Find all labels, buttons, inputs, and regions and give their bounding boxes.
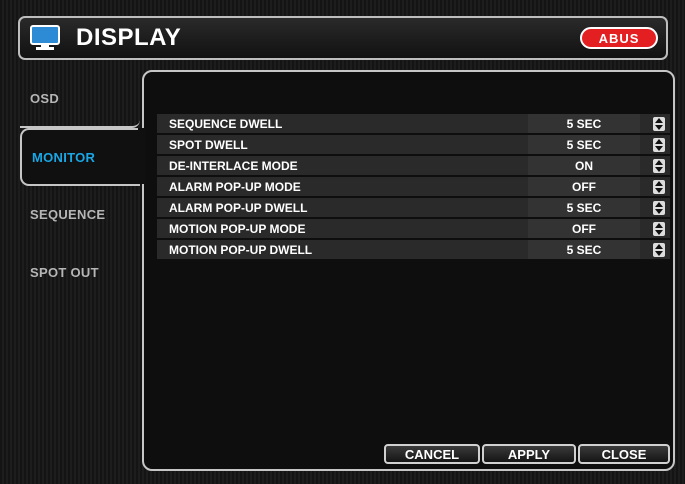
setting-row-sequence-dwell: SEQUENCE DWELL 5 SEC	[157, 114, 670, 133]
stepper-icon[interactable]	[648, 135, 670, 154]
stepper-icon[interactable]	[648, 219, 670, 238]
setting-row-deinterlace-mode: DE-INTERLACE MODE ON	[157, 156, 670, 175]
setting-label: SEQUENCE DWELL	[169, 116, 283, 131]
setting-label: ALARM POP-UP MODE	[169, 179, 301, 194]
tab-connector	[138, 128, 146, 184]
setting-label: ALARM POP-UP DWELL	[169, 200, 308, 215]
monitor-icon	[30, 25, 60, 50]
stepper-icon[interactable]	[648, 177, 670, 196]
tab-sequence[interactable]: SEQUENCE	[20, 185, 140, 243]
setting-label: MOTION POP-UP MODE	[169, 221, 306, 236]
setting-value[interactable]: 5 SEC	[528, 114, 640, 133]
setting-value[interactable]: OFF	[528, 177, 640, 196]
cancel-button[interactable]: CANCEL	[384, 444, 480, 464]
stepper-icon[interactable]	[648, 240, 670, 259]
display-dialog: DISPLAY ABUS OSD MONITOR SEQUENCE SPOT O…	[0, 0, 685, 484]
setting-row-alarm-popup-mode: ALARM POP-UP MODE OFF	[157, 177, 670, 196]
setting-row-alarm-popup-dwell: ALARM POP-UP DWELL 5 SEC	[157, 198, 670, 217]
stepper-icon[interactable]	[648, 198, 670, 217]
setting-value[interactable]: 5 SEC	[528, 240, 640, 259]
tab-monitor[interactable]: MONITOR	[20, 128, 140, 186]
tab-osd[interactable]: OSD	[20, 70, 140, 128]
stepper-icon[interactable]	[648, 114, 670, 133]
tab-spot-out[interactable]: SPOT OUT	[20, 243, 140, 301]
setting-value[interactable]: 5 SEC	[528, 198, 640, 217]
setting-label: MOTION POP-UP DWELL	[169, 242, 313, 257]
setting-label: DE-INTERLACE MODE	[169, 158, 298, 173]
setting-row-motion-popup-dwell: MOTION POP-UP DWELL 5 SEC	[157, 240, 670, 259]
window-title: DISPLAY	[76, 24, 182, 51]
setting-value[interactable]: ON	[528, 156, 640, 175]
stepper-icon[interactable]	[648, 156, 670, 175]
title-bar: DISPLAY ABUS	[18, 16, 668, 60]
setting-value[interactable]: 5 SEC	[528, 135, 640, 154]
apply-button[interactable]: APPLY	[482, 444, 576, 464]
settings-list: SEQUENCE DWELL 5 SEC SPOT DWELL 5 SEC DE…	[157, 114, 670, 261]
close-button[interactable]: CLOSE	[578, 444, 670, 464]
setting-row-motion-popup-mode: MOTION POP-UP MODE OFF	[157, 219, 670, 238]
setting-label: SPOT DWELL	[169, 137, 248, 152]
setting-row-spot-dwell: SPOT DWELL 5 SEC	[157, 135, 670, 154]
setting-value[interactable]: OFF	[528, 219, 640, 238]
brand-logo: ABUS	[580, 27, 658, 49]
